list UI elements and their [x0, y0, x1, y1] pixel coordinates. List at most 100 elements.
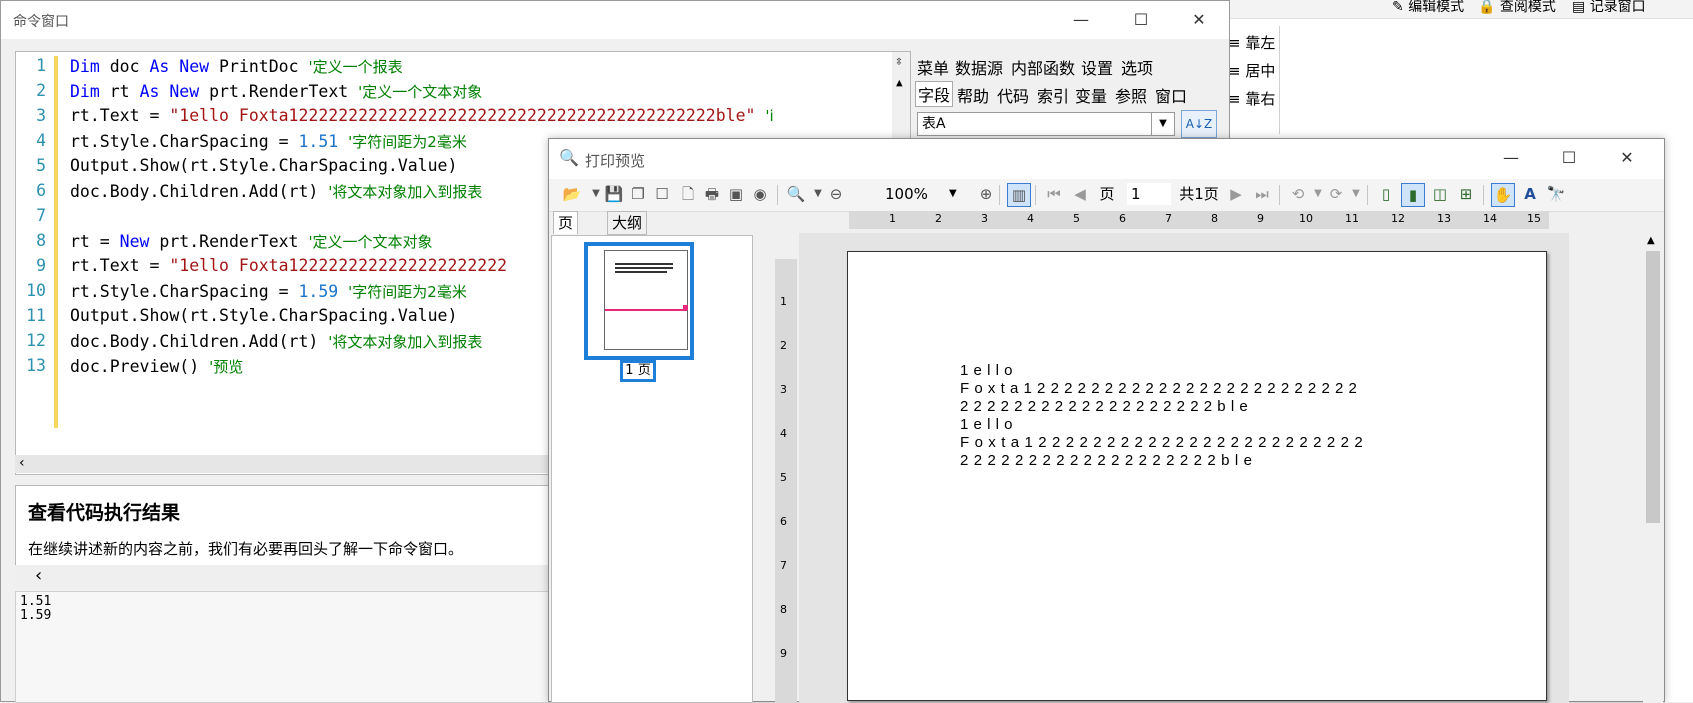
tab-settings[interactable]: 设置: [1081, 55, 1113, 79]
chevron-down-icon[interactable]: ▼: [1345, 183, 1367, 205]
record-window-button[interactable]: ▤ 记录窗口: [1572, 0, 1646, 16]
edit-mode-button[interactable]: ✎ 编辑模式: [1392, 0, 1464, 16]
code-line[interactable]: doc.Body.Children.Add(rt) '将文本对象加入到报表: [70, 331, 482, 352]
split-icon[interactable]: ⇳: [895, 54, 903, 69]
tab-window[interactable]: 窗口: [1155, 83, 1187, 107]
editor-horizontal-scrollbar[interactable]: ‹: [15, 455, 555, 473]
ruler-number: 9: [1257, 212, 1264, 225]
code-line[interactable]: doc.Preview() '预览: [70, 356, 243, 377]
page-setup-icon[interactable]: ☐: [651, 183, 673, 205]
chevron-down-icon[interactable]: ▼: [1151, 112, 1174, 136]
preview-side-tabs: 页 大纲: [549, 211, 739, 235]
line-number: 3: [36, 106, 46, 125]
thumbnail-pane: 1 页: [551, 235, 753, 703]
forward-icon[interactable]: ⟳: [1325, 183, 1347, 205]
two-page-view-icon[interactable]: ◫: [1429, 183, 1451, 205]
multi-page-view-icon[interactable]: ⊞: [1455, 183, 1477, 205]
toolbar-separator: [1483, 185, 1484, 205]
code-text: doc.Preview(): [70, 357, 200, 376]
tab-reference[interactable]: 参照: [1115, 83, 1147, 107]
vertical-ruler: 1 2 3 4 5 6 7 8 9: [775, 259, 797, 703]
open-icon[interactable]: 📂: [561, 183, 583, 205]
code-text: rt.Text = "1ello Foxta122222222222222222…: [70, 256, 508, 275]
zoom-in-icon[interactable]: ⊕: [975, 183, 997, 205]
tab-variables[interactable]: 变量: [1075, 83, 1107, 107]
thumbnail-text-line: [615, 271, 667, 273]
find-icon[interactable]: 🔭: [1545, 183, 1567, 205]
save-icon[interactable]: 💾: [603, 183, 625, 205]
scroll-up-icon[interactable]: ▲: [1647, 235, 1655, 246]
table-select[interactable]: 表A: [917, 112, 1175, 136]
sort-az-button[interactable]: A↓Z: [1181, 110, 1217, 138]
code-line[interactable]: Output.Show(rt.Style.CharSpacing.Value): [70, 306, 467, 325]
tab-fields[interactable]: 字段: [915, 81, 954, 107]
code-line[interactable]: rt = New prt.RenderText '定义一个文本对象: [70, 231, 433, 252]
code-line[interactable]: Dim doc As New PrintDoc '定义一个报表: [70, 56, 403, 77]
code-text: Output.Show(rt.Style.CharSpacing.Value): [70, 306, 458, 325]
code-line[interactable]: [70, 206, 80, 225]
toolbar-separator: [1367, 185, 1368, 205]
align-right-item[interactable]: ≡ 靠右: [1228, 88, 1275, 109]
code-line[interactable]: doc.Body.Children.Add(rt) '将文本对象加入到报表: [70, 181, 482, 202]
hand-tool-icon[interactable]: ✋: [1491, 183, 1515, 207]
scroll-left-icon[interactable]: ‹: [19, 455, 25, 471]
copy-icon[interactable]: ❐: [627, 183, 649, 205]
tab-code[interactable]: 代码: [997, 83, 1029, 107]
line-number: 5: [36, 156, 46, 175]
code-comment: '将文本对象加入到报表: [328, 333, 483, 351]
maximize-button[interactable]: ☐: [1121, 7, 1161, 33]
tab-index[interactable]: 索引: [1037, 83, 1069, 107]
single-page-view-icon[interactable]: ▯: [1375, 183, 1397, 205]
scrollbar-thumb[interactable]: [1646, 251, 1660, 523]
command-window-titlebar[interactable]: 命令窗口 — ☐ ✕: [1, 1, 1229, 39]
doc-heading: 查看代码执行结果: [28, 502, 181, 524]
maximize-button[interactable]: ☐: [1549, 145, 1589, 171]
zoom-out-icon[interactable]: ⊖: [825, 183, 847, 205]
scroll-left-icon[interactable]: ‹: [35, 565, 42, 586]
print-preview-titlebar[interactable]: 🔍 打印预览 — ☐ ✕: [549, 139, 1664, 179]
scroll-up-icon[interactable]: ▲: [896, 76, 903, 89]
view-mode-button[interactable]: 🔒 查阅模式: [1478, 0, 1556, 16]
zoom-tool-icon[interactable]: 🔍: [785, 183, 807, 205]
tab-functions[interactable]: 内部函数: [1011, 55, 1075, 79]
page-thumbnail[interactable]: [584, 242, 694, 360]
close-button[interactable]: ✕: [1179, 7, 1219, 33]
code-line[interactable]: rt.Text = "1ello Foxta122222222222222222…: [70, 106, 774, 125]
code-line[interactable]: rt.Style.CharSpacing = 1.59 '字符间距为2毫米: [70, 281, 467, 302]
document-icon[interactable]: 🗋: [677, 183, 699, 205]
thumbnail-toggle-icon[interactable]: ▥: [1007, 183, 1031, 207]
code-line[interactable]: rt.Text = "1ello Foxta122222222222222222…: [70, 256, 517, 275]
stop-icon[interactable]: ◉: [749, 183, 771, 205]
page-text-line: 1ello: [960, 362, 1018, 379]
tab-help[interactable]: 帮助: [957, 83, 989, 107]
minimize-button[interactable]: —: [1491, 145, 1531, 171]
tab-pages[interactable]: 页: [553, 211, 579, 234]
code-line[interactable]: rt.Style.CharSpacing = 1.51 '字符间距为2毫米: [70, 131, 467, 152]
tab-menu[interactable]: 菜单: [917, 55, 949, 79]
page-number-input[interactable]: 1: [1127, 183, 1171, 205]
zoom-level-select[interactable]: 100% ▼: [885, 183, 971, 205]
output-panel[interactable]: 1.51 1.59: [15, 591, 555, 703]
align-center-item[interactable]: ≡ 居中: [1228, 60, 1275, 81]
code-line[interactable]: Output.Show(rt.Style.CharSpacing.Value): [70, 156, 467, 175]
next-page-icon[interactable]: ▶: [1225, 183, 1247, 205]
tab-datasource[interactable]: 数据源: [955, 55, 1003, 79]
code-line[interactable]: Dim rt As New prt.RenderText '定义一个文本对象: [70, 81, 482, 102]
tab-options[interactable]: 选项: [1121, 55, 1153, 79]
first-page-icon[interactable]: ⏮: [1043, 183, 1065, 205]
last-page-icon[interactable]: ⏭: [1251, 183, 1273, 205]
export-icon[interactable]: ▣: [725, 183, 747, 205]
previous-page-icon[interactable]: ◀: [1069, 183, 1091, 205]
page-text-line: 1ello: [960, 416, 1018, 433]
doc-horizontal-scrollbar[interactable]: ‹: [15, 565, 555, 587]
close-button[interactable]: ✕: [1607, 145, 1647, 171]
text-select-icon[interactable]: A: [1519, 183, 1541, 205]
line-number: 9: [36, 256, 46, 275]
tab-outline[interactable]: 大纲: [607, 211, 648, 235]
continuous-view-icon[interactable]: ▮: [1401, 183, 1425, 207]
minimize-button[interactable]: —: [1061, 7, 1101, 33]
code-comment: '字符间距为2毫米: [348, 133, 467, 151]
print-icon[interactable]: 🖶: [701, 183, 723, 205]
back-icon[interactable]: ⟲: [1287, 183, 1309, 205]
align-left-item[interactable]: ≡ 靠左: [1228, 32, 1275, 53]
